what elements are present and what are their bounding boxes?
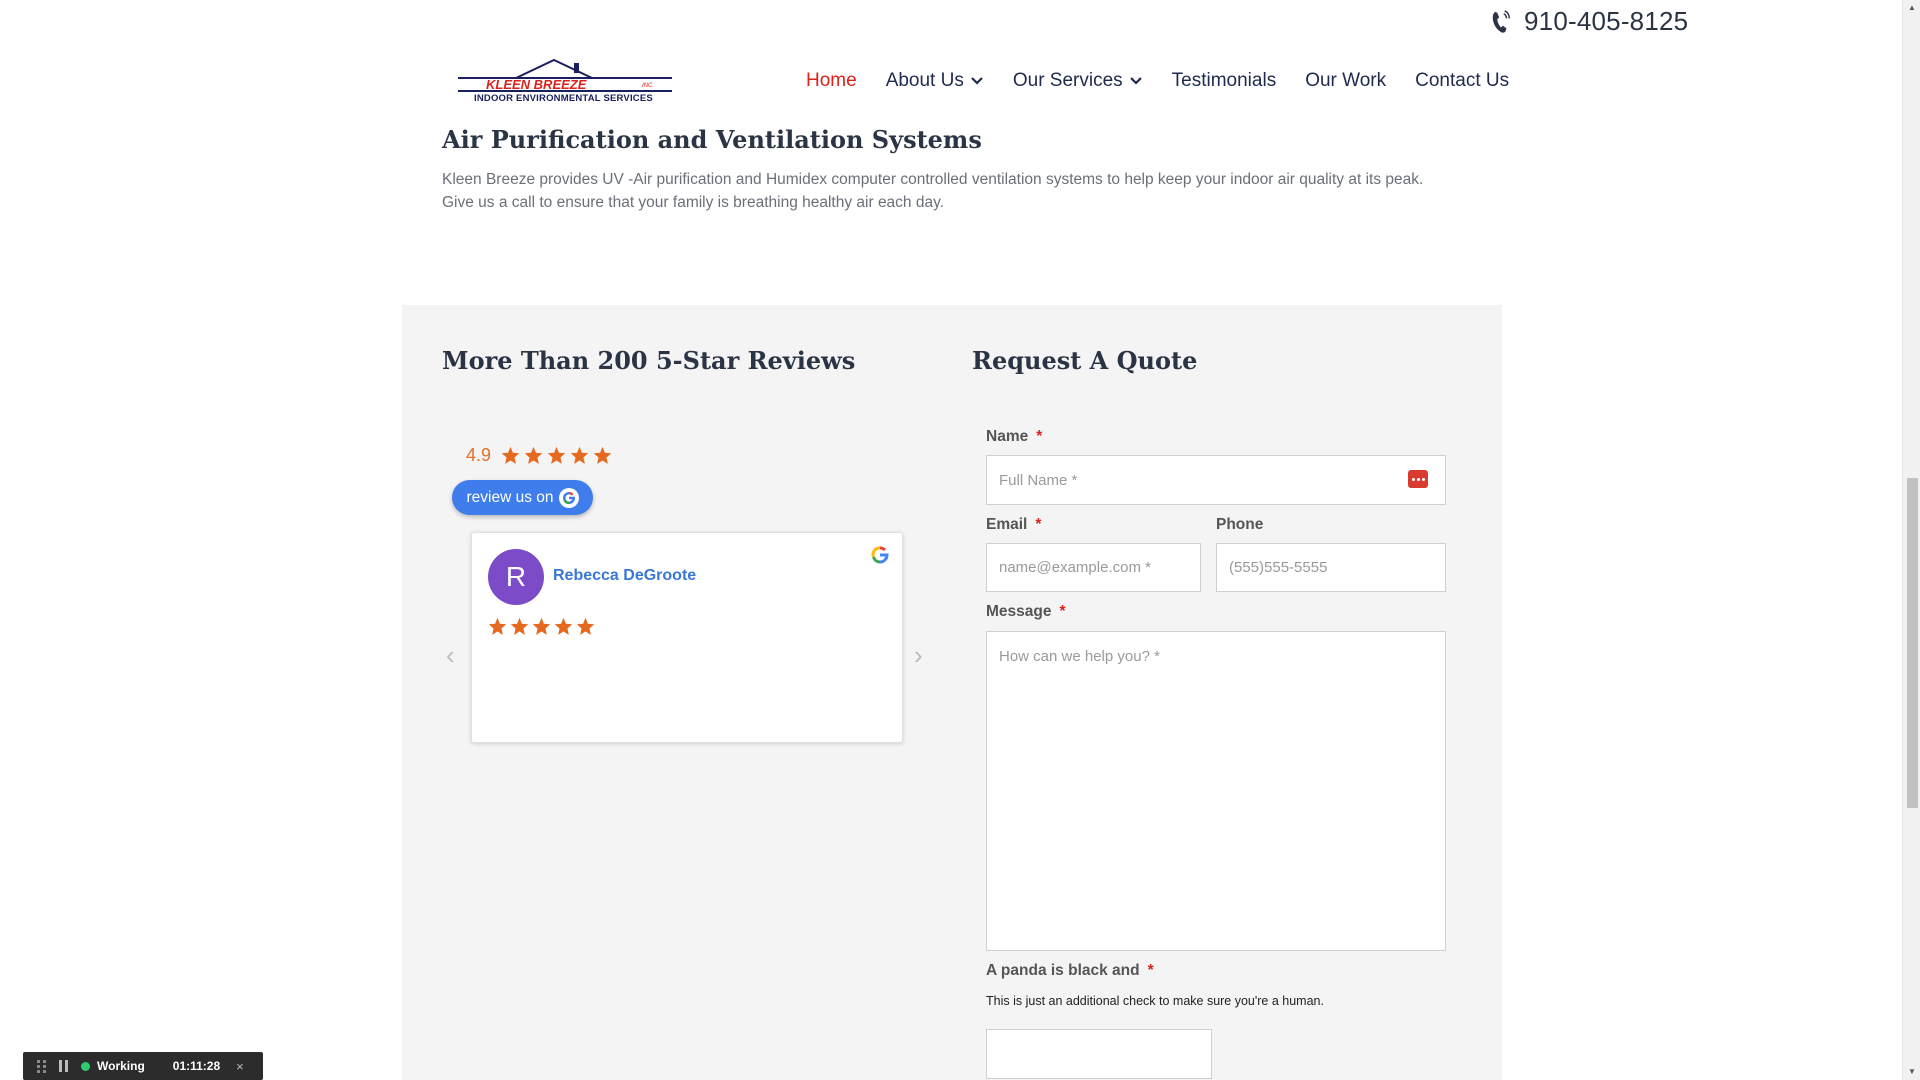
phone-field-placeholder: (555)555-5555 bbox=[1229, 559, 1328, 576]
email-field-placeholder: name@example.com * bbox=[999, 559, 1151, 576]
star-icon bbox=[554, 617, 573, 635]
reviews-title: More Than 200 5-Star Reviews bbox=[442, 346, 856, 375]
review-us-on-google-button[interactable]: review us on bbox=[452, 480, 593, 515]
rating-value: 4.9 bbox=[466, 445, 492, 465]
phone-number[interactable]: 910-405-8125 bbox=[1524, 6, 1688, 37]
message-field[interactable]: How can we help you? * bbox=[986, 631, 1446, 951]
phone-label: Phone bbox=[1216, 516, 1263, 534]
required-mark: * bbox=[1147, 962, 1154, 979]
recorder-status: Working bbox=[97, 1059, 145, 1073]
section-title: Air Purification and Ventilation Systems bbox=[442, 125, 982, 154]
google-icon bbox=[871, 546, 889, 564]
vertical-scrollbar[interactable]: ▲ ▼ bbox=[1902, 0, 1920, 1080]
logo-inc: INC. bbox=[642, 83, 654, 89]
carousel-next-arrow[interactable]: › bbox=[914, 640, 923, 671]
google-icon bbox=[558, 487, 579, 508]
nav-contact-us-label[interactable]: Contact Us bbox=[1415, 70, 1509, 92]
message-label: Message * bbox=[986, 603, 1066, 621]
star-icon bbox=[501, 446, 520, 464]
nav-our-work-label[interactable]: Our Work bbox=[1305, 70, 1386, 92]
email-label-text: Email bbox=[986, 516, 1028, 533]
carousel-prev-arrow[interactable]: ‹ bbox=[446, 640, 455, 671]
star-icon bbox=[510, 617, 529, 635]
nav-our-work[interactable]: Our Work bbox=[1305, 70, 1386, 92]
main-nav: Home About Us Our Services Testimonials … bbox=[806, 70, 1538, 92]
screen-recorder-widget: Working 01:11:28 × bbox=[23, 1052, 263, 1080]
nav-about-us-label[interactable]: About Us bbox=[886, 70, 964, 92]
logo-wordmark: KLEEN BREEZE bbox=[486, 77, 587, 92]
avatar: R bbox=[488, 549, 544, 605]
nav-contact-us[interactable]: Contact Us bbox=[1415, 70, 1509, 92]
nav-home-label[interactable]: Home bbox=[806, 70, 857, 92]
password-manager-icon[interactable] bbox=[1408, 470, 1428, 488]
section-description-line: Give us a call to ensure that your famil… bbox=[442, 194, 945, 211]
section-description-line: Kleen Breeze provides UV -Air purificati… bbox=[442, 171, 1424, 188]
nav-our-services[interactable]: Our Services bbox=[1013, 70, 1143, 92]
chevron-down-icon[interactable] bbox=[1129, 74, 1143, 88]
nav-testimonials[interactable]: Testimonials bbox=[1172, 70, 1277, 92]
review-button-label: review us on bbox=[466, 488, 554, 506]
phone-icon bbox=[1492, 9, 1510, 33]
quote-title: Request A Quote bbox=[972, 346, 1198, 375]
captcha-label: A panda is black and * bbox=[986, 962, 1154, 980]
review-card-stars bbox=[488, 617, 595, 636]
star-icon bbox=[547, 446, 566, 464]
star-icon bbox=[524, 446, 543, 464]
chevron-down-icon[interactable] bbox=[970, 74, 984, 88]
captcha-label-text: A panda is black and bbox=[986, 962, 1140, 979]
captcha-field[interactable] bbox=[986, 1029, 1212, 1079]
message-field-placeholder: How can we help you? * bbox=[999, 648, 1160, 665]
nav-home[interactable]: Home bbox=[806, 70, 857, 92]
rating-summary: 4.9 bbox=[466, 445, 612, 466]
drag-handle-icon[interactable] bbox=[37, 1060, 47, 1073]
nav-our-services-label[interactable]: Our Services bbox=[1013, 70, 1123, 92]
star-icon bbox=[488, 617, 507, 635]
email-field[interactable]: name@example.com * bbox=[986, 543, 1201, 592]
captcha-help-text: This is just an additional check to make… bbox=[986, 994, 1324, 1008]
section-description: Kleen Breeze provides UV -Air purificati… bbox=[442, 168, 1442, 214]
review-card: R Rebecca DeGroote bbox=[471, 532, 903, 743]
star-icon bbox=[532, 617, 551, 635]
recording-status-dot bbox=[81, 1061, 90, 1071]
close-icon[interactable]: × bbox=[236, 1059, 244, 1074]
scroll-up-arrow-icon[interactable]: ▲ bbox=[1903, 0, 1920, 16]
scroll-down-arrow-icon[interactable]: ▼ bbox=[1903, 1064, 1920, 1080]
star-icon bbox=[570, 446, 589, 464]
star-icon bbox=[593, 446, 612, 464]
logo-subtitle: INDOOR ENVIRONMENTAL SERVICES bbox=[474, 93, 653, 104]
recorder-timer: 01:11:28 bbox=[172, 1059, 221, 1073]
required-mark: * bbox=[1036, 428, 1043, 445]
phone-field[interactable]: (555)555-5555 bbox=[1216, 543, 1446, 592]
email-label: Email * bbox=[986, 516, 1041, 534]
message-label-text: Message bbox=[986, 603, 1052, 620]
nav-testimonials-label[interactable]: Testimonials bbox=[1172, 70, 1277, 92]
scrollbar-thumb[interactable] bbox=[1907, 478, 1918, 808]
page: 910-405-8125 KLEEN BREEZE INC. INDOOR EN… bbox=[0, 0, 1902, 1080]
phone-label-text: Phone bbox=[1216, 516, 1264, 533]
pause-icon[interactable] bbox=[59, 1060, 69, 1072]
reviewer-name[interactable]: Rebecca DeGroote bbox=[553, 567, 696, 585]
required-mark: * bbox=[1035, 516, 1042, 533]
name-field[interactable]: Full Name * bbox=[986, 455, 1446, 505]
name-field-placeholder: Full Name * bbox=[999, 471, 1078, 489]
star-icon bbox=[576, 617, 595, 635]
name-label: Name * bbox=[986, 428, 1042, 446]
nav-about-us[interactable]: About Us bbox=[886, 70, 984, 92]
name-label-text: Name bbox=[986, 428, 1029, 445]
header-phone[interactable]: 910-405-8125 bbox=[1490, 6, 1688, 37]
required-mark: * bbox=[1059, 603, 1066, 620]
